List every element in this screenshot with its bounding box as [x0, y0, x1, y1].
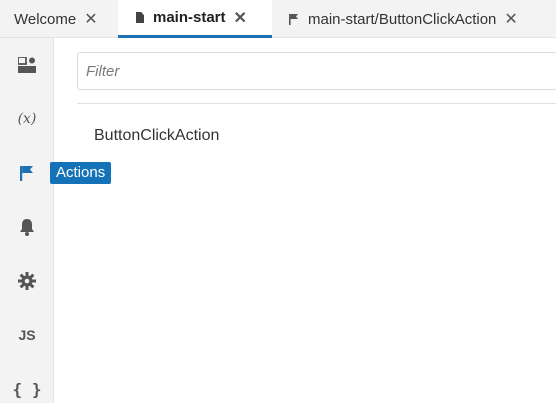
- close-icon[interactable]: ✕: [84, 9, 97, 29]
- close-icon[interactable]: ✕: [504, 9, 517, 29]
- variables-icon[interactable]: (x): [0, 104, 54, 134]
- divider: [77, 103, 556, 104]
- gear-icon[interactable]: [0, 266, 54, 296]
- dashboard-icon[interactable]: [0, 50, 54, 80]
- file-icon: [136, 12, 144, 23]
- tab-label: main-start/ButtonClickAction: [308, 10, 497, 28]
- tab-button-click-action[interactable]: main-start/ButtonClickAction ✕: [289, 0, 518, 38]
- actions-flag-icon[interactable]: [0, 158, 54, 188]
- tab-label: main-start: [153, 9, 226, 26]
- actions-tooltip: Actions: [50, 162, 112, 184]
- bell-icon[interactable]: [0, 212, 54, 242]
- javascript-icon[interactable]: JS: [0, 320, 54, 350]
- filter-input[interactable]: [77, 52, 556, 90]
- tab-welcome[interactable]: Welcome ✕: [14, 0, 98, 38]
- tab-bar: Welcome ✕ main-start ✕ main-start/Button…: [0, 0, 556, 38]
- close-icon[interactable]: ✕: [234, 8, 247, 28]
- activity-bar: (x) JS {}: [0, 38, 54, 403]
- tab-main-start[interactable]: main-start ✕: [118, 0, 272, 38]
- flag-icon: [289, 13, 299, 25]
- list-item[interactable]: ButtonClickAction: [94, 127, 219, 145]
- json-icon[interactable]: { }: [0, 374, 54, 404]
- tab-label: Welcome: [14, 10, 77, 28]
